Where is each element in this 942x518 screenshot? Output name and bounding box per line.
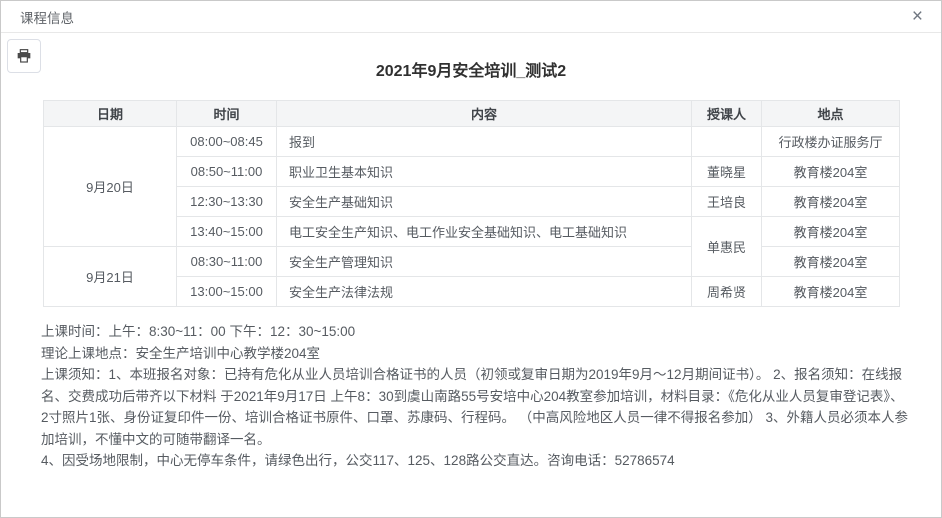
note-transport: 4、因受场地限制，中心无停车条件，请绿色出行，公交117、125、128路公交直… [41, 450, 909, 472]
cell-place: 教育楼204室 [762, 217, 900, 247]
column-header-teacher: 授课人 [692, 101, 762, 127]
course-notes: 上课时间：上午：8:30~11：00 下午：12：30~15:00 理论上课地点… [41, 321, 909, 472]
cell-content: 安全生产法律法规 [277, 277, 692, 307]
cell-content: 电工安全生产知识、电工作业安全基础知识、电工基础知识 [277, 217, 692, 247]
cell-teacher: 周希贤 [692, 277, 762, 307]
course-info-dialog: 课程信息 × 2021年9月安全培训_测试2 日期 时间 内容 授课人 地点 [0, 0, 942, 518]
cell-time: 12:30~13:30 [177, 187, 277, 217]
cell-teacher: 王培良 [692, 187, 762, 217]
cell-place: 教育楼204室 [762, 157, 900, 187]
cell-place: 教育楼204室 [762, 247, 900, 277]
schedule-table: 日期 时间 内容 授课人 地点 9月20日 08:00~08:45 报到 行政楼… [43, 100, 900, 307]
cell-place: 行政楼办证服务厅 [762, 127, 900, 157]
column-header-time: 时间 [177, 101, 277, 127]
column-header-date: 日期 [44, 101, 177, 127]
table-header-row: 日期 时间 内容 授课人 地点 [44, 101, 900, 127]
cell-time: 08:50~11:00 [177, 157, 277, 187]
cell-content: 职业卫生基本知识 [277, 157, 692, 187]
column-header-content: 内容 [277, 101, 692, 127]
printer-icon [16, 48, 32, 64]
cell-content: 安全生产基础知识 [277, 187, 692, 217]
cell-time: 08:00~08:45 [177, 127, 277, 157]
cell-teacher: 董晓星 [692, 157, 762, 187]
dialog-header: 课程信息 × [1, 1, 941, 33]
note-class-location: 理论上课地点：安全生产培训中心教学楼204室 [41, 343, 909, 365]
cell-place: 教育楼204室 [762, 277, 900, 307]
course-title: 2021年9月安全培训_测试2 [1, 57, 941, 81]
cell-teacher: 单惠民 [692, 217, 762, 277]
dialog-title: 课程信息 [20, 7, 74, 27]
cell-content: 安全生产管理知识 [277, 247, 692, 277]
cell-time: 08:30~11:00 [177, 247, 277, 277]
cell-content: 报到 [277, 127, 692, 157]
cell-date: 9月20日 [44, 127, 177, 247]
cell-teacher [692, 127, 762, 157]
table-row: 9月21日 08:30~11:00 安全生产管理知识 教育楼204室 [44, 247, 900, 277]
print-button[interactable] [7, 39, 41, 73]
column-header-place: 地点 [762, 101, 900, 127]
note-instructions: 上课须知：1、本班报名对象：已持有危化从业人员培训合格证书的人员（初领或复审日期… [41, 364, 909, 450]
cell-date: 9月21日 [44, 247, 177, 307]
cell-time: 13:00~15:00 [177, 277, 277, 307]
note-class-time: 上课时间：上午：8:30~11：00 下午：12：30~15:00 [41, 321, 909, 343]
close-icon[interactable]: × [912, 7, 923, 26]
table-row: 9月20日 08:00~08:45 报到 行政楼办证服务厅 [44, 127, 900, 157]
cell-time: 13:40~15:00 [177, 217, 277, 247]
cell-place: 教育楼204室 [762, 187, 900, 217]
